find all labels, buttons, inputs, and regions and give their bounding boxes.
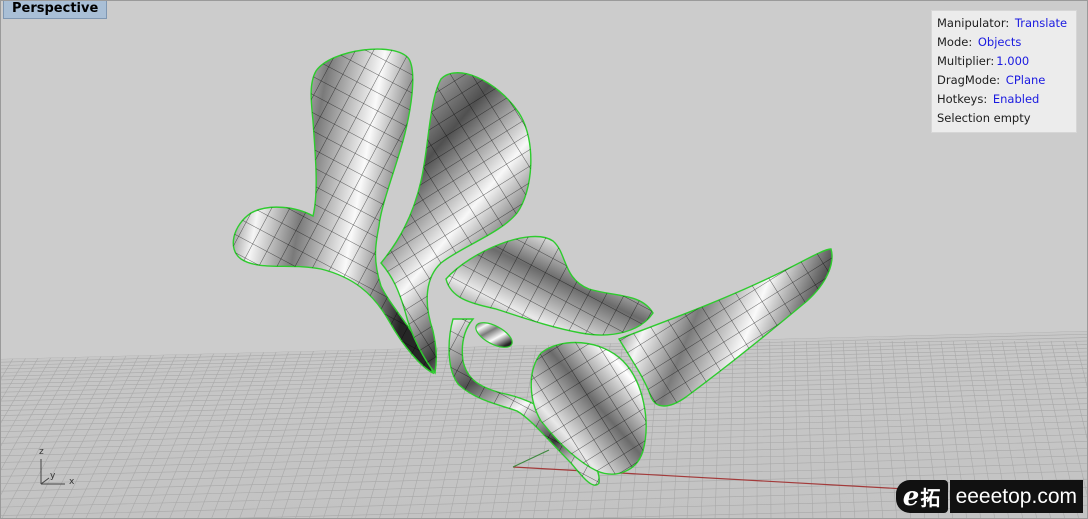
hud-value-dragmode[interactable]: CPlane — [1006, 73, 1046, 87]
hud-row-hotkeys: Hotkeys: Enabled — [937, 90, 1071, 109]
grid-line — [1, 434, 1087, 463]
grid-line — [351, 340, 404, 518]
hud-row-multiplier: Multiplier: 1.000 — [937, 52, 1071, 71]
watermark-logo-cn: 拓 — [920, 486, 941, 510]
hud-row-dragmode: DragMode: CPlane — [937, 71, 1071, 90]
watermark-logo-letter: e — [902, 481, 920, 512]
axis-label-z: z — [39, 447, 44, 457]
grid-line — [85, 340, 171, 518]
axis-label-y: y — [50, 471, 56, 481]
hud-row-manipulator: Manipulator: Translate — [937, 14, 1071, 33]
grid-line — [379, 340, 428, 518]
grid-line — [742, 340, 746, 518]
hud-label-hotkeys: Hotkeys: — [937, 92, 988, 106]
grid-line — [818, 340, 828, 518]
watermark-logo: e拓 — [895, 480, 948, 513]
world-x-axis — [512, 466, 907, 490]
watermark-site-text: eeeetop.com — [949, 480, 1083, 513]
grid-line — [830, 340, 842, 518]
grid-line — [855, 340, 870, 518]
axis-label-x: x — [69, 477, 75, 487]
grid-line — [1, 340, 36, 401]
scene-canvas[interactable] — [1, 1, 1088, 519]
hud-label-dragmode: DragMode: — [937, 73, 1001, 87]
surface-object-bulb[interactable] — [530, 341, 647, 475]
manipulator-hud-panel: Manipulator: Translate Mode: Objects Mul… — [931, 10, 1077, 133]
hud-value-manipulator[interactable]: Translate — [1015, 16, 1067, 30]
hud-value-hotkeys[interactable]: Enabled — [993, 92, 1039, 106]
hud-selection-status: Selection empty — [937, 111, 1031, 125]
grid-line — [71, 340, 159, 518]
world-y-axis — [512, 449, 550, 468]
hud-row-mode: Mode: Objects — [937, 33, 1071, 52]
grid-line — [99, 340, 183, 518]
hud-value-mode[interactable]: Objects — [978, 35, 1021, 49]
site-watermark: e拓 eeeetop.com — [895, 480, 1083, 513]
grid-line — [867, 340, 884, 518]
perspective-viewport[interactable]: Perspective Manipulator: Translate Mode:… — [0, 0, 1088, 519]
viewport-title-tab[interactable]: Perspective — [3, 1, 108, 19]
grid-line — [728, 340, 734, 518]
axis-triad-icon: z y x — [35, 447, 85, 491]
grid-line — [365, 340, 416, 518]
hud-value-multiplier[interactable]: 1.000 — [996, 54, 1029, 68]
hud-label-multiplier: Multiplier: — [937, 54, 995, 68]
grid-line — [842, 340, 856, 518]
hud-label-manipulator: Manipulator: — [937, 16, 1010, 30]
grid-line — [806, 340, 814, 518]
hud-label-mode: Mode: — [937, 35, 973, 49]
